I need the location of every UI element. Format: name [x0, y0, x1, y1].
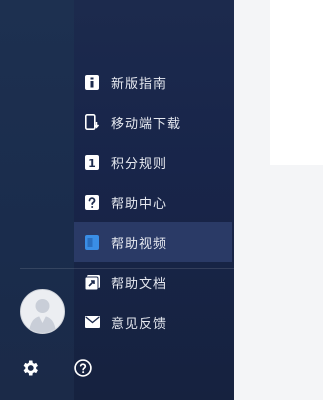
feedback-icon [84, 314, 100, 330]
menu-item-label: 帮助中心 [111, 196, 168, 212]
menu-item-guide[interactable]: 新版指南 [74, 62, 232, 102]
menu-item-label: 帮助视频 [111, 236, 168, 252]
sidebar-strip [0, 0, 74, 400]
menu-item-label: 意见反馈 [111, 316, 168, 332]
sidebar: 新版指南 移动端下载 1 积分规则 帮助中心 帮助视频 帮助文档 意见反馈 [0, 0, 234, 400]
menu-item-label: 帮助文档 [111, 276, 168, 292]
menu-item-label: 新版指南 [111, 76, 168, 92]
help-docs-icon [84, 274, 100, 290]
menu-item-help-docs[interactable]: 帮助文档 [74, 262, 232, 302]
content-card [270, 0, 323, 165]
question-circle-icon[interactable] [72, 357, 94, 379]
help-video-icon [84, 234, 100, 250]
help-menu: 新版指南 移动端下载 1 积分规则 帮助中心 帮助视频 帮助文档 意见反馈 [74, 62, 232, 342]
menu-item-label: 移动端下载 [111, 116, 182, 132]
guide-icon [84, 74, 100, 90]
points-rules-icon: 1 [84, 154, 100, 170]
user-avatar-icon [21, 290, 64, 333]
menu-item-feedback[interactable]: 意见反馈 [74, 302, 232, 342]
menu-item-mobile-download[interactable]: 移动端下载 [74, 102, 232, 142]
help-center-icon [84, 194, 100, 210]
gear-icon[interactable] [19, 357, 41, 379]
mobile-download-icon [84, 114, 100, 130]
avatar[interactable] [20, 289, 65, 334]
svg-text:1: 1 [88, 157, 96, 170]
menu-item-label: 积分规则 [111, 156, 168, 172]
menu-item-points-rules[interactable]: 1 积分规则 [74, 142, 232, 182]
menu-item-help-center[interactable]: 帮助中心 [74, 182, 232, 222]
menu-item-help-video[interactable]: 帮助视频 [74, 222, 232, 262]
